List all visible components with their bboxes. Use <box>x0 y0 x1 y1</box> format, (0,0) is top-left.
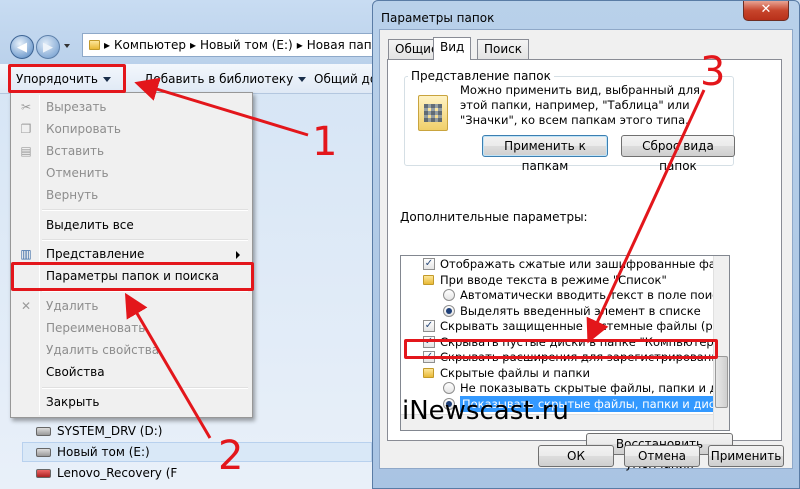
step-number-3: 3 <box>700 49 726 95</box>
annotation-arrows <box>124 77 706 439</box>
watermark: iNewscast.ru <box>402 396 569 426</box>
arrow-1 <box>134 77 309 137</box>
tab-view[interactable]: Вид <box>433 37 472 60</box>
arrow-2 <box>124 292 212 439</box>
arrow-3 <box>586 89 706 344</box>
step-number-1: 1 <box>312 119 338 165</box>
step-number-2: 2 <box>218 433 244 479</box>
